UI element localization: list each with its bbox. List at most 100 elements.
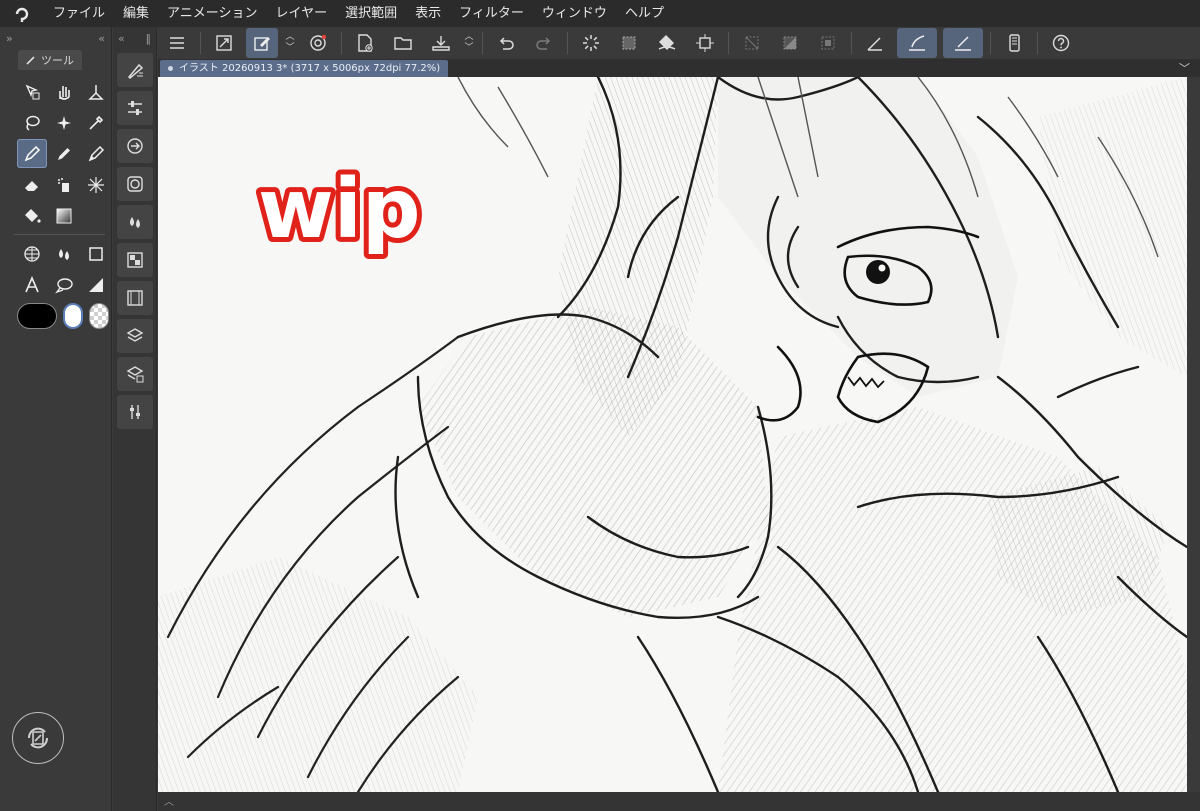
tool-panel-collapse-row: » « [0,27,111,49]
hide-selection-icon[interactable] [736,28,768,58]
speech-bubble-icon[interactable] [49,270,79,299]
toolbar-separator [567,32,568,54]
updown-icon[interactable]: ︿ ﹀ [281,32,299,54]
menu-filter[interactable]: フィルター [450,0,533,27]
shape-icon [81,201,111,230]
undo-icon[interactable] [490,28,522,58]
tool-grid-2 [0,239,111,299]
crop-icon[interactable] [689,28,721,58]
toolbar-separator [341,32,342,54]
menu-file[interactable]: ファイル [44,0,114,27]
unsaved-dot-icon [168,65,173,71]
material-icon[interactable] [117,243,153,277]
expand-timeline-icon[interactable]: ︿ [164,793,174,808]
menu-help[interactable]: ヘルプ [616,0,673,27]
smartphone-icon[interactable] [998,28,1030,58]
hand-icon[interactable] [49,77,79,106]
toolbar-separator [482,32,483,54]
gradient-icon[interactable] [49,201,79,230]
airbrush-icon[interactable] [49,170,79,199]
edit-icon[interactable] [246,28,278,58]
ruler-triangle-icon[interactable] [81,270,111,299]
palette-expand-icon[interactable]: « [118,32,125,45]
tool-tab-label: ツール [41,54,74,67]
eraser-icon[interactable] [17,170,47,199]
palette-collapse-row: « ‖ [113,27,156,49]
sliders-icon[interactable] [117,91,153,125]
invert-selection-icon[interactable] [774,28,806,58]
sparkle-icon[interactable] [49,108,79,137]
tool-grid [0,71,111,230]
ruler-snap-icon[interactable] [859,28,891,58]
open-folder-icon[interactable] [387,28,419,58]
transparent-color-swatch[interactable] [89,303,109,329]
spiral-icon[interactable] [302,28,334,58]
layers-icon[interactable] [117,319,153,353]
pen-icon[interactable] [17,139,47,168]
artwork-sketch: wip wip [158,77,1187,792]
lasso-icon[interactable] [17,108,47,137]
text-a-icon[interactable] [17,270,47,299]
filmstrip-icon[interactable] [117,281,153,315]
rotate-canvas-icon[interactable] [12,712,64,764]
loading-icon[interactable] [575,28,607,58]
app-window: ファイル 編集 アニメーション レイヤー 選択範囲 表示 フィルター ウィンドウ… [0,0,1200,811]
square-icon[interactable] [81,239,111,268]
snap-special-ruler-icon[interactable] [897,28,937,58]
brush-tab-icon [26,56,35,65]
sub-tool-icon[interactable] [117,129,153,163]
menu-animation[interactable]: アニメーション [158,0,266,27]
tool-tab-header: ツール [0,49,111,71]
droplets-icon[interactable] [117,205,153,239]
canvas-right-scroll-strip[interactable] [1187,77,1200,792]
expand-chevron-icon[interactable]: » [6,32,13,45]
help-icon[interactable] [1045,28,1077,58]
clip-studio-logo-icon[interactable] [0,0,44,27]
updown-icon[interactable]: ︿ ﹀ [460,32,478,54]
adjust-icon[interactable] [117,395,153,429]
pencil-icon[interactable] [49,139,79,168]
grid-frame-icon[interactable] [17,239,47,268]
brush-icon[interactable] [81,139,111,168]
menu-bar: ファイル 編集 アニメーション レイヤー 選択範囲 表示 フィルター ウィンドウ… [0,0,1200,27]
eyedropper-icon[interactable] [81,108,111,137]
toolbar-separator [851,32,852,54]
brush-settings-icon[interactable] [117,53,153,87]
new-file-icon[interactable] [349,28,381,58]
drawing-canvas[interactable]: wip wip [158,77,1187,792]
select-all-icon[interactable] [613,28,645,58]
tool-separator [14,234,105,235]
droplets-icon[interactable] [49,239,79,268]
palette-column: « ‖ [113,27,157,811]
burst-icon[interactable] [81,170,111,199]
toolbar-separator [200,32,201,54]
redo-icon[interactable] [528,28,560,58]
hamburger-menu-icon[interactable] [161,28,193,58]
move-layer-icon[interactable] [81,77,111,106]
new-canvas-icon[interactable] [208,28,240,58]
toolbar-separator [728,32,729,54]
menu-layer[interactable]: レイヤー [267,0,337,27]
toolbar-separator [1037,32,1038,54]
snap-grid-icon[interactable] [943,28,983,58]
layer-property-icon[interactable] [117,357,153,391]
menu-edit[interactable]: 編集 [114,0,158,27]
bucket-icon[interactable] [17,201,47,230]
menu-selection[interactable]: 選択範囲 [336,0,406,27]
fill-shape-icon[interactable] [651,28,683,58]
toolbar-separator [990,32,991,54]
clear-selection-icon[interactable] [812,28,844,58]
tab-list-chevron-icon[interactable]: ﹀ [1179,60,1190,76]
sub-color-swatch[interactable] [63,303,83,329]
main-color-swatch[interactable] [17,303,57,329]
menu-window[interactable]: ウィンドウ [533,0,616,27]
save-icon[interactable] [425,28,457,58]
collapse-chevron-icon[interactable]: « [98,32,105,45]
tool-tab[interactable]: ツール [18,50,82,70]
palette-drag-icon[interactable]: ‖ [146,32,152,45]
document-tab[interactable]: イラスト 20260913 3* (3717 x 5006px 72dpi 77… [160,60,449,77]
cursor-cube-icon[interactable] [17,77,47,106]
menu-view[interactable]: 表示 [406,0,450,27]
color-circle-icon[interactable] [117,167,153,201]
document-tab-bar: イラスト 20260913 3* (3717 x 5006px 72dpi 77… [158,59,1200,77]
